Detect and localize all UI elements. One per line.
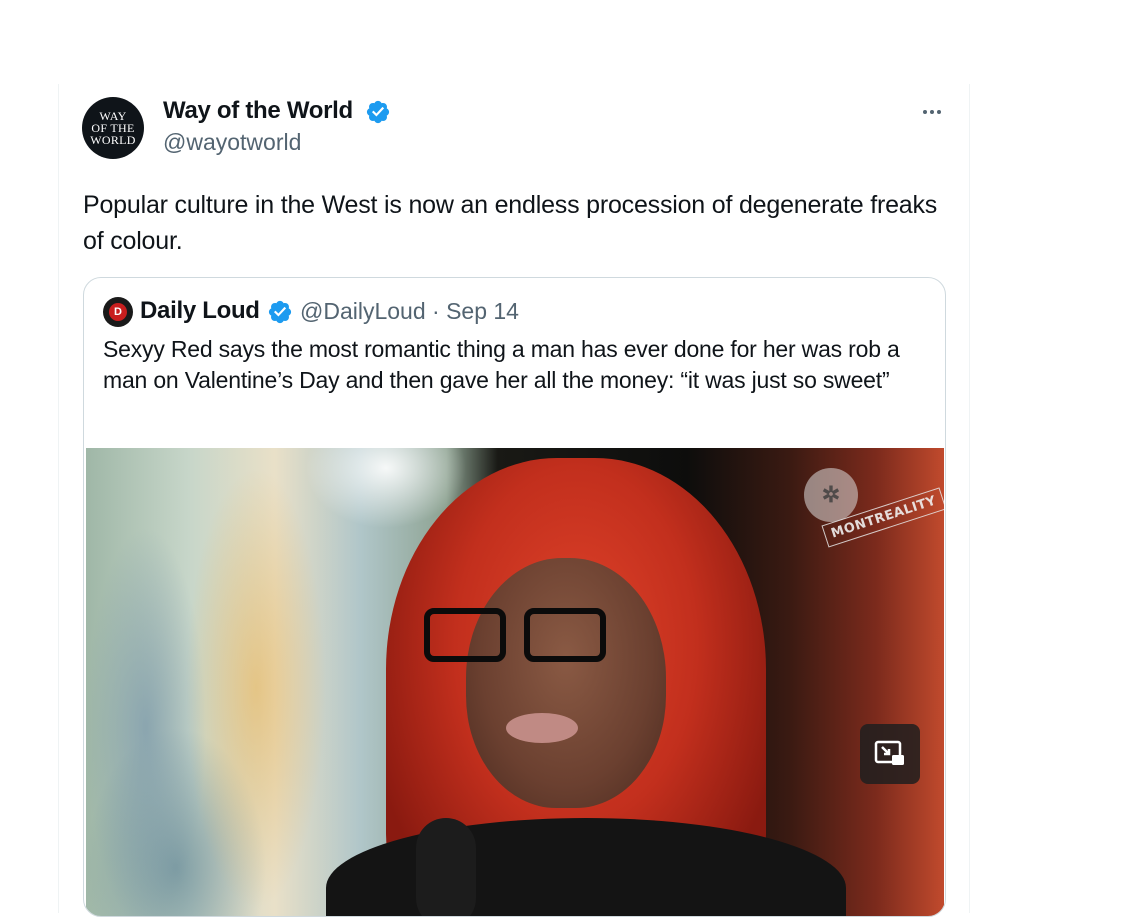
more-options-button[interactable]: [914, 97, 950, 127]
author-handle[interactable]: @wayotworld: [163, 129, 301, 156]
watermark-logo-icon: ✲: [804, 468, 858, 522]
video-subject-face: [466, 558, 666, 808]
author-avatar[interactable]: WAY OF THE WORLD: [82, 97, 144, 159]
more-horizontal-icon: [937, 110, 941, 114]
more-horizontal-icon: [923, 110, 927, 114]
quoted-video-media[interactable]: ✲ MONTREALITY: [86, 448, 944, 916]
picture-in-picture-icon: [874, 740, 904, 765]
quoted-author-display-name[interactable]: Daily Loud: [140, 297, 260, 325]
avatar-text-line: WORLD: [90, 133, 136, 147]
video-subject-glasses: [424, 608, 506, 662]
picture-in-picture-button[interactable]: [860, 724, 920, 784]
quoted-author-avatar[interactable]: D: [103, 297, 133, 327]
video-subject-glasses: [524, 608, 606, 662]
quoted-handle-and-date[interactable]: @DailyLoud · Sep 14: [300, 298, 519, 325]
tweet-text: Popular culture in the West is now an en…: [83, 191, 938, 255]
author-display-name[interactable]: Way of the World: [163, 97, 353, 125]
verified-badge-icon: [366, 100, 390, 124]
quoted-tweet[interactable]: D Daily Loud @DailyLoud · Sep 14 Sexyy R…: [83, 277, 946, 917]
microphone: [416, 818, 476, 916]
daily-loud-logo-icon: D: [109, 303, 127, 321]
video-watermark: ✲ MONTREALITY: [804, 468, 944, 553]
quoted-tweet-text: Sexyy Red says the most romantic thing a…: [103, 336, 900, 393]
verified-badge-icon: [268, 300, 292, 324]
more-horizontal-icon: [930, 110, 934, 114]
video-subject-lips: [506, 713, 578, 743]
